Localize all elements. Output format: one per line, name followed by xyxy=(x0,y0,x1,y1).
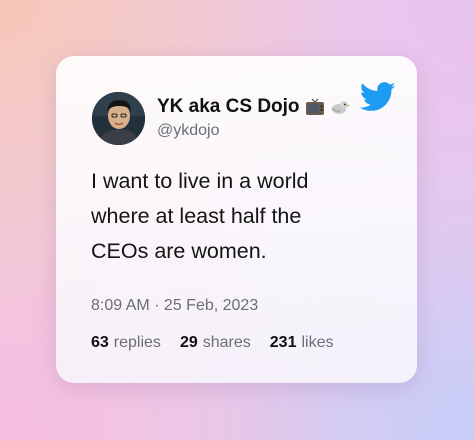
author-handle[interactable]: @ykdojo xyxy=(157,122,220,140)
tweet-text-line: CEOs are women. xyxy=(91,239,267,263)
tweet-timestamp[interactable]: 8:09 AM · 25 Feb, 2023 xyxy=(91,297,258,315)
likes-stat[interactable]: 231 likes xyxy=(270,334,334,352)
likes-count: 231 xyxy=(269,334,297,351)
bird-icon xyxy=(330,98,350,116)
author-name-text: YK aka CS Dojo xyxy=(157,96,300,117)
tweet-text: I want to live in a world where at least… xyxy=(91,164,391,269)
shares-label: shares xyxy=(202,334,251,351)
author-display-name[interactable]: YK aka CS Dojo xyxy=(157,96,350,118)
replies-count: 63 xyxy=(91,334,109,351)
twitter-bird-icon[interactable] xyxy=(359,82,396,112)
avatar[interactable] xyxy=(92,92,145,145)
tweet-text-line: where at least half the xyxy=(91,204,302,228)
likes-label: likes xyxy=(301,334,334,351)
tweet-stats: 63 replies 29 shares 231 likes xyxy=(91,334,352,352)
tweet-card: YK aka CS Dojo @ykdojo I want to live in… xyxy=(56,56,417,383)
television-icon xyxy=(305,98,325,116)
shares-stat[interactable]: 29 shares xyxy=(180,334,251,352)
tweet-text-line: I want to live in a world xyxy=(91,169,309,193)
profile-photo-icon xyxy=(92,92,145,145)
replies-label: replies xyxy=(113,334,161,351)
replies-stat[interactable]: 63 replies xyxy=(91,334,161,352)
shares-count: 29 xyxy=(179,334,198,351)
